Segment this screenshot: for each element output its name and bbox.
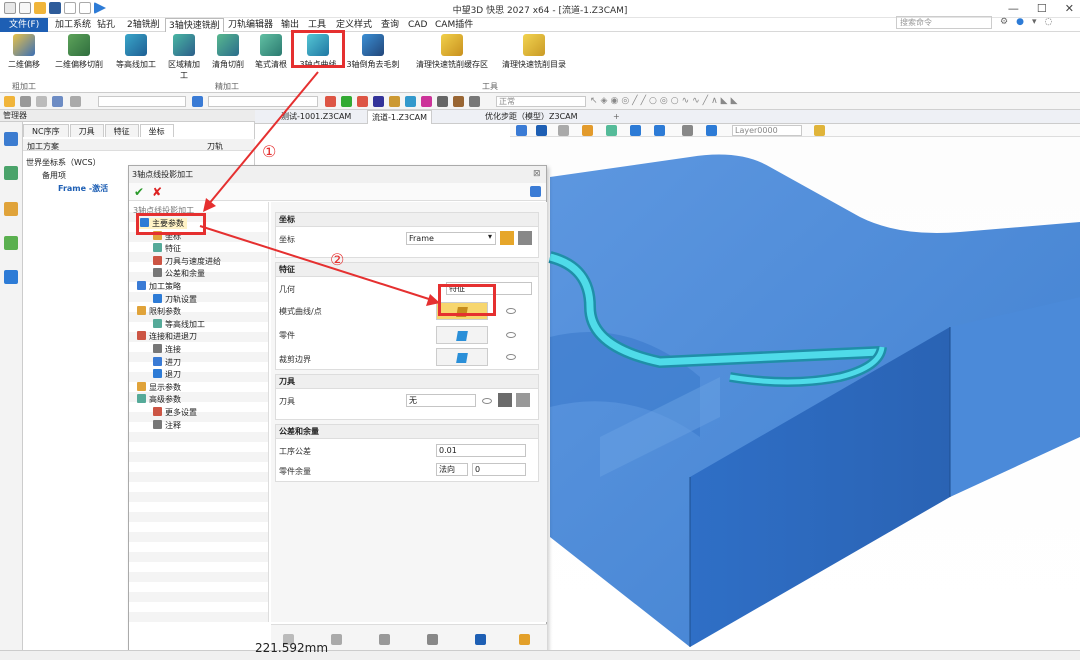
- status-bar: [0, 650, 1080, 660]
- measurement-readout: 221.592mm: [255, 641, 329, 655]
- callout-1: ①: [262, 142, 277, 161]
- callout-2: ②: [330, 250, 345, 269]
- annotation-arrows: [199, 71, 440, 306]
